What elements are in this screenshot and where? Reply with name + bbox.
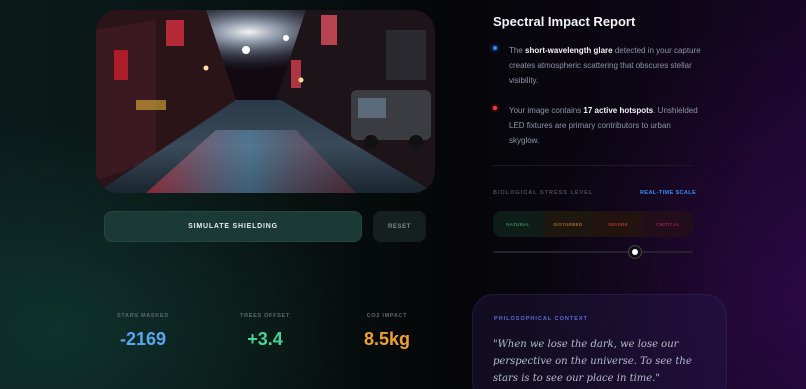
- divider: [493, 165, 693, 166]
- level-natural: NATURAL: [493, 211, 543, 237]
- street-photo-image: [96, 10, 435, 193]
- level-disturbed: DISTURBED: [543, 211, 593, 237]
- stat-label: CO2 IMPACT: [366, 313, 408, 319]
- stat-stars-masked: STARS MASKED -2169: [88, 313, 198, 350]
- stat-label: TREES OFFSET: [240, 313, 290, 319]
- red-dot-icon: [493, 106, 497, 110]
- stress-level-title: BIOLOGICAL STRESS LEVEL: [493, 190, 594, 196]
- bullet-text: Your image contains 17 active hotspots. …: [509, 106, 698, 145]
- reset-button[interactable]: RESET: [373, 211, 426, 242]
- stat-value: -2169: [119, 329, 167, 349]
- stat-trees-offset: TREES OFFSET +3.4: [210, 313, 320, 350]
- level-severe: SEVERE: [593, 211, 643, 237]
- real-time-scale-label: REAL-TIME SCALE: [640, 190, 697, 196]
- stress-level-bar: NATURAL DISTURBED SEVERE CRITICAL: [493, 211, 693, 237]
- bullet-text: The short-wavelength glare detected in y…: [509, 46, 701, 85]
- philosophical-context-label: PHILOSOPHICAL CONTEXT: [494, 316, 588, 322]
- stress-slider-track[interactable]: [493, 251, 693, 253]
- stat-label: STARS MASKED: [117, 313, 169, 319]
- level-critical: CRITICAL: [643, 211, 693, 237]
- uploaded-photo: [96, 10, 435, 193]
- stat-value: 8.5kg: [363, 329, 411, 349]
- simulate-shielding-button[interactable]: SIMULATE SHIELDING: [104, 211, 362, 242]
- stress-slider-thumb[interactable]: [629, 246, 641, 258]
- stat-co2-impact: CO2 IMPACT 8.5kg: [332, 313, 442, 350]
- stat-value: +3.4: [247, 329, 283, 349]
- report-title: Spectral Impact Report: [493, 14, 636, 29]
- report-bullet-hotspots: Your image contains 17 active hotspots. …: [493, 103, 703, 148]
- report-bullet-glare: The short-wavelength glare detected in y…: [493, 43, 703, 88]
- blue-dot-icon: [493, 46, 497, 50]
- philosophy-quote: "When we lose the dark, we lose our pers…: [493, 339, 692, 384]
